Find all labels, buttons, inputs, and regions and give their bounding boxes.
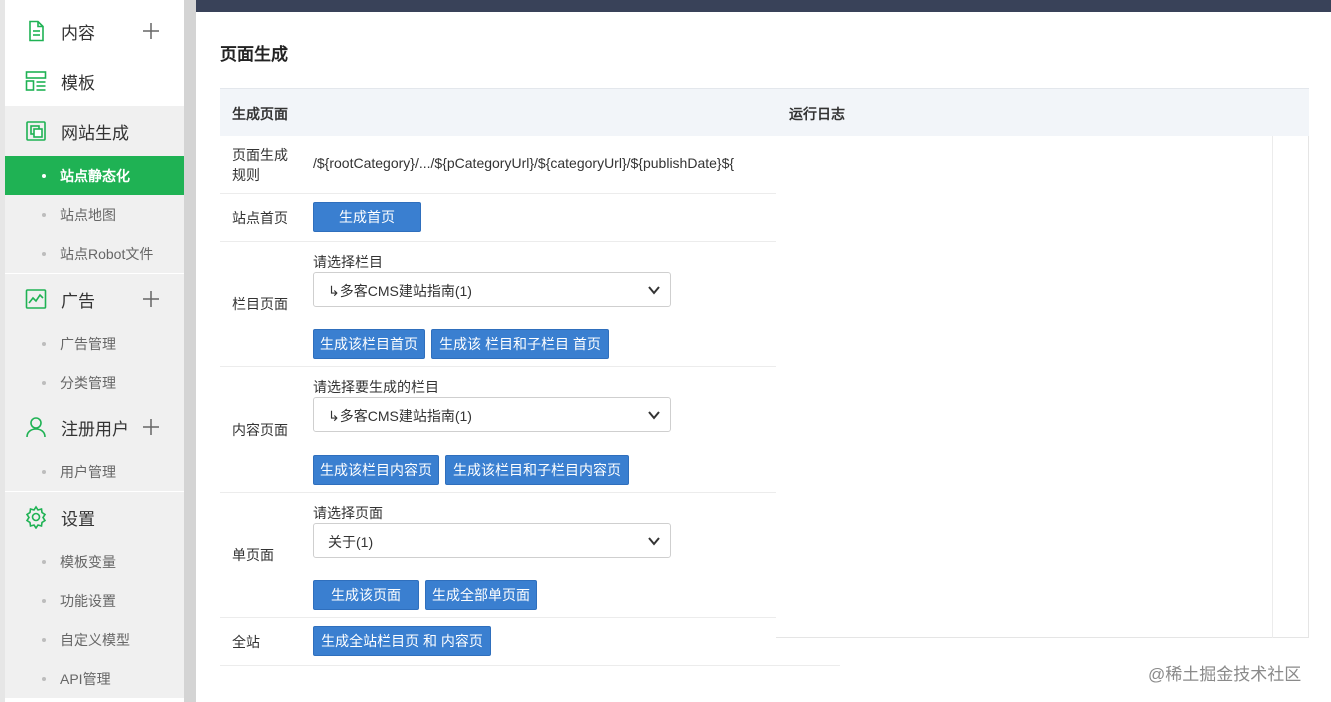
sidebar-item-label: 站点地图 — [60, 206, 116, 223]
sidebar-group-settings[interactable]: 设置 — [5, 492, 184, 542]
sidebar-group-label: 内容 — [61, 23, 95, 43]
content-select[interactable]: ↳多客CMS建站指南(1) — [313, 397, 671, 432]
sidebar-group-label: 模板 — [61, 73, 95, 93]
sidebar-item-user-manage[interactable]: 用户管理 — [5, 452, 184, 491]
single-page-select-caption: 请选择页面 — [313, 505, 383, 521]
sidebar-item-label: 广告管理 — [60, 335, 116, 352]
layout-icon — [25, 71, 47, 91]
sidebar-item-ad-manage[interactable]: 广告管理 — [5, 324, 184, 363]
rule-value: /${rootCategory}/.../${pCategoryUrl}/${c… — [313, 155, 735, 171]
sidebar-item-site-robot[interactable]: 站点Robot文件 — [5, 234, 184, 273]
category-select-caption: 请选择栏目 — [313, 254, 383, 270]
sidebar-item-label: 模板变量 — [60, 553, 116, 570]
category-row: 栏目页面 请选择栏目 ↳多客CMS建站指南(1) 生成该栏目首页 生成该 栏目和… — [220, 242, 776, 367]
main-content: 页面生成 生成页面 运行日志 页面生成 规则 /${rootCategory}/… — [196, 12, 1331, 702]
bullet-icon — [42, 252, 46, 256]
document-icon — [29, 20, 44, 42]
watermark: @稀土掘金技术社区 — [1148, 665, 1302, 684]
whole-site-row: 全站 生成全站栏目页 和 内容页 — [220, 618, 840, 666]
sidebar-item-label: 分类管理 — [60, 374, 116, 391]
sidebar-group-users[interactable]: 注册用户 — [5, 402, 184, 452]
single-page-row: 单页面 请选择页面 关于(1) 生成该页面 生成全部单页面 — [220, 493, 776, 618]
bullet-icon — [42, 342, 46, 346]
sidebar-group-label: 注册用户 — [61, 419, 129, 439]
content-select-caption: 请选择要生成的栏目 — [313, 379, 439, 395]
plus-icon[interactable] — [141, 289, 161, 309]
sidebar-scrollbar[interactable] — [184, 0, 196, 702]
generate-category-children-home-button[interactable]: 生成该 栏目和子栏目 首页 — [431, 329, 609, 359]
category-select[interactable]: ↳多客CMS建站指南(1) — [313, 272, 671, 307]
select-value: 关于(1) — [328, 534, 374, 550]
column-header-generate: 生成页面 — [232, 106, 288, 122]
copy-icon — [26, 121, 46, 141]
run-log-panel — [776, 136, 1309, 638]
column-header-log: 运行日志 — [789, 106, 845, 122]
plus-icon[interactable] — [141, 417, 161, 437]
generate-category-children-content-button[interactable]: 生成该栏目和子栏目内容页 — [445, 455, 629, 485]
generate-whole-site-button[interactable]: 生成全站栏目页 和 内容页 — [313, 626, 491, 656]
home-label: 站点首页 — [232, 210, 288, 226]
sidebar-group-ads[interactable]: 广告 — [5, 274, 184, 324]
generate-all-single-pages-button[interactable]: 生成全部单页面 — [425, 580, 537, 610]
chevron-down-icon — [648, 411, 660, 420]
sidebar-item-label: 站点静态化 — [60, 167, 130, 184]
sidebar-item-label: API管理 — [60, 670, 111, 687]
bullet-icon — [42, 560, 46, 564]
chart-icon — [25, 289, 47, 309]
sidebar: 内容 模板 网站生成 站点静态化 站点地图 站点Robot文件 广告 广告管理 — [0, 0, 184, 702]
whole-site-label: 全站 — [232, 634, 260, 650]
bullet-icon — [42, 174, 46, 178]
bullet-icon — [42, 213, 46, 217]
generate-home-button[interactable]: 生成首页 — [313, 202, 421, 232]
top-bar — [196, 0, 1331, 12]
content-label: 内容页面 — [232, 422, 288, 438]
content-row: 内容页面 请选择要生成的栏目 ↳多客CMS建站指南(1) 生成该栏目内容页 生成… — [220, 367, 776, 493]
single-page-select[interactable]: 关于(1) — [313, 523, 671, 558]
user-icon — [26, 417, 46, 438]
sidebar-group-template[interactable]: 模板 — [5, 56, 184, 106]
home-row: 站点首页 生成首页 — [220, 194, 776, 242]
sidebar-item-label: 功能设置 — [60, 592, 116, 609]
bullet-icon — [42, 470, 46, 474]
rule-label: 页面生成 规则 — [232, 147, 288, 183]
bullet-icon — [42, 381, 46, 385]
sidebar-item-api-manage[interactable]: API管理 — [5, 659, 184, 698]
sidebar-item-label: 站点Robot文件 — [60, 245, 154, 262]
select-value: ↳多客CMS建站指南(1) — [328, 408, 472, 424]
log-scrollbar[interactable] — [1272, 136, 1273, 638]
generate-category-home-button[interactable]: 生成该栏目首页 — [313, 329, 425, 359]
sidebar-group-label: 网站生成 — [61, 123, 129, 143]
table-header: 生成页面 运行日志 — [220, 88, 1309, 136]
generate-category-content-button[interactable]: 生成该栏目内容页 — [313, 455, 439, 485]
sidebar-item-site-map[interactable]: 站点地图 — [5, 195, 184, 234]
sidebar-item-category-manage[interactable]: 分类管理 — [5, 363, 184, 402]
plus-icon[interactable] — [141, 21, 161, 41]
sidebar-item-site-static[interactable]: 站点静态化 — [5, 156, 184, 195]
single-page-label: 单页面 — [232, 547, 274, 563]
sidebar-group-site-gen[interactable]: 网站生成 — [5, 106, 184, 156]
sidebar-item-template-vars[interactable]: 模板变量 — [5, 542, 184, 581]
sidebar-item-custom-model[interactable]: 自定义模型 — [5, 620, 184, 659]
chevron-down-icon — [648, 537, 660, 546]
category-label: 栏目页面 — [232, 296, 288, 312]
generate-page-button[interactable]: 生成该页面 — [313, 580, 419, 610]
bullet-icon — [42, 638, 46, 642]
sidebar-group-content[interactable]: 内容 — [5, 6, 184, 56]
sidebar-item-feature-settings[interactable]: 功能设置 — [5, 581, 184, 620]
sidebar-group-label: 设置 — [61, 509, 95, 529]
sidebar-item-label: 自定义模型 — [60, 631, 130, 648]
bullet-icon — [42, 599, 46, 603]
page-title: 页面生成 — [220, 45, 288, 64]
sidebar-item-label: 用户管理 — [60, 463, 116, 480]
bullet-icon — [42, 677, 46, 681]
chevron-down-icon — [648, 286, 660, 295]
gear-icon — [25, 505, 47, 529]
select-value: ↳多客CMS建站指南(1) — [328, 283, 472, 299]
sidebar-group-label: 广告 — [61, 291, 95, 311]
rule-row: 页面生成 规则 /${rootCategory}/.../${pCategory… — [220, 136, 776, 194]
